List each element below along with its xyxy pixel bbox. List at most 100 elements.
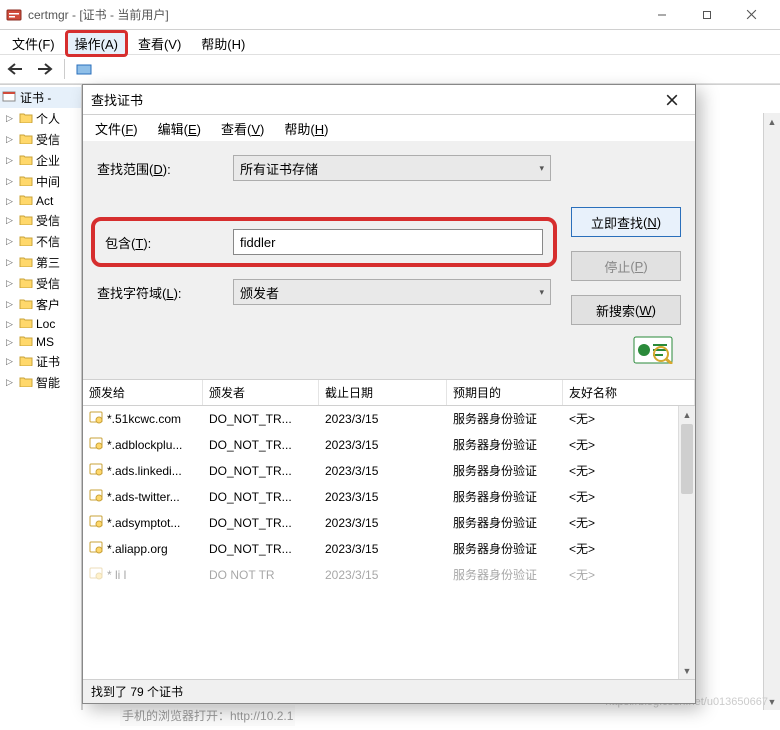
tree-item[interactable]: ▷ 证书 bbox=[0, 351, 81, 372]
results-row[interactable]: *.ads.linkedi...DO_NOT_TR...2023/3/15服务器… bbox=[83, 458, 695, 484]
results-row[interactable]: * li lDO NOT TR2023/3/15服务器身份验证<无> bbox=[83, 562, 695, 588]
nav-forward-button[interactable] bbox=[34, 59, 56, 79]
contains-row-highlight: 包含(T): bbox=[97, 223, 551, 261]
results-cell: <无> bbox=[563, 436, 695, 453]
mmc-menu-action[interactable]: 操作(A) bbox=[67, 32, 126, 55]
tree-item[interactable]: ▷ MS bbox=[0, 333, 81, 351]
mmc-menu-file[interactable]: 文件(F) bbox=[4, 32, 63, 55]
expand-caret-icon[interactable]: ▷ bbox=[6, 155, 16, 166]
close-button[interactable] bbox=[729, 1, 774, 29]
tree-item[interactable]: ▷中间 bbox=[0, 171, 81, 192]
expand-caret-icon[interactable]: ▷ bbox=[6, 337, 16, 348]
mmc-menu-help[interactable]: 帮助(H) bbox=[193, 32, 253, 55]
results-column-header[interactable]: 颁发者 bbox=[203, 380, 319, 405]
dialog-statusbar: 找到了 79 个证书 bbox=[83, 679, 695, 703]
results-vertical-scrollbar[interactable]: ▲ ▼ bbox=[678, 406, 695, 679]
expand-caret-icon[interactable]: ▷ bbox=[6, 196, 16, 207]
field-select[interactable]: 颁发者 ▾ bbox=[233, 279, 551, 305]
expand-caret-icon[interactable]: ▷ bbox=[6, 134, 16, 145]
tree-item-label: 智能 bbox=[36, 374, 60, 391]
find-certificates-dialog: 查找证书 文件(F)编辑(E)查看(V)帮助(H) 查找范围(D): 所有证书存… bbox=[82, 84, 696, 704]
results-cell: DO NOT TR bbox=[203, 568, 319, 582]
dialog-menu-item[interactable]: 文件(F) bbox=[87, 117, 146, 140]
tree-item[interactable]: ▷个人 bbox=[0, 108, 81, 129]
results-row[interactable]: *.adblockplu...DO_NOT_TR...2023/3/15服务器身… bbox=[83, 432, 695, 458]
chevron-down-icon: ▾ bbox=[539, 287, 544, 298]
tree-item[interactable]: ▷Act bbox=[0, 192, 81, 210]
contains-label: 包含(T): bbox=[105, 233, 233, 252]
new-search-button[interactable]: 新搜索(W) bbox=[571, 295, 681, 325]
results-cell: DO_NOT_TR... bbox=[203, 464, 319, 478]
expand-caret-icon[interactable]: ▷ bbox=[6, 257, 16, 268]
tree-item-label: 证书 bbox=[36, 353, 60, 370]
tree-item[interactable]: ▷企业 bbox=[0, 150, 81, 171]
results-column-header[interactable]: 截止日期 bbox=[319, 380, 447, 405]
results-row[interactable]: *.51kcwc.comDO_NOT_TR...2023/3/15服务器身份验证… bbox=[83, 406, 695, 432]
mmc-vertical-scrollbar[interactable]: ▲ ▼ bbox=[763, 113, 780, 710]
expand-caret-icon[interactable]: ▷ bbox=[6, 377, 16, 388]
tree-item[interactable]: ▷受信 bbox=[0, 210, 81, 231]
expand-caret-icon[interactable]: ▷ bbox=[6, 299, 16, 310]
tree-item[interactable]: ▷不信 bbox=[0, 231, 81, 252]
tree-root-label: 证书 - bbox=[20, 89, 51, 106]
results-table: 颁发给颁发者截止日期预期目的友好名称 *.51kcwc.comDO_NOT_TR… bbox=[83, 379, 695, 679]
tree-item[interactable]: ▷Loc bbox=[0, 315, 81, 333]
expand-caret-icon[interactable]: ▷ bbox=[6, 356, 16, 367]
results-cell: DO_NOT_TR... bbox=[203, 438, 319, 452]
dialog-menu-item[interactable]: 查看(V) bbox=[213, 117, 272, 140]
folder-icon bbox=[19, 133, 33, 147]
results-cell: 2023/3/15 bbox=[319, 516, 447, 530]
results-cell: *.ads-twitter... bbox=[83, 488, 203, 505]
dialog-menu-item[interactable]: 帮助(H) bbox=[276, 117, 336, 140]
scrollbar-thumb[interactable] bbox=[681, 424, 693, 494]
scope-label: 查找范围(D): bbox=[97, 159, 233, 178]
tree-item[interactable]: ▷ 智能 bbox=[0, 372, 81, 393]
tree-item[interactable]: ▷ 客户 bbox=[0, 294, 81, 315]
expand-caret-icon[interactable]: ▷ bbox=[6, 319, 16, 330]
tree-item[interactable]: ▷受信 bbox=[0, 129, 81, 150]
maximize-button[interactable] bbox=[684, 1, 729, 29]
background-hint-text: 手机的浏览器打开：http://10.2.1 bbox=[120, 705, 295, 726]
dialog-close-button[interactable] bbox=[657, 94, 687, 106]
contains-input[interactable] bbox=[233, 229, 543, 255]
results-cell: *.51kcwc.com bbox=[83, 410, 203, 427]
results-row[interactable]: *.adsymptot...DO_NOT_TR...2023/3/15服务器身份… bbox=[83, 510, 695, 536]
find-now-button[interactable]: 立即查找(N) bbox=[571, 207, 681, 237]
results-cell: *.aliapp.org bbox=[83, 540, 203, 557]
results-cell: 服务器身份验证 bbox=[447, 436, 563, 453]
results-row[interactable]: *.aliapp.orgDO_NOT_TR...2023/3/15服务器身份验证… bbox=[83, 536, 695, 562]
folder-icon bbox=[19, 277, 33, 291]
scroll-up-icon[interactable]: ▲ bbox=[679, 406, 695, 423]
minimize-button[interactable] bbox=[639, 1, 684, 29]
nav-back-button[interactable] bbox=[4, 59, 26, 79]
tree-panel: 证书 - ▷个人▷受信▷企业▷中间▷Act▷受信▷不信▷第三▷受信▷客户▷Loc… bbox=[0, 85, 82, 710]
mmc-title-app: certmgr bbox=[28, 8, 69, 22]
results-row[interactable]: *.ads-twitter...DO_NOT_TR...2023/3/15服务器… bbox=[83, 484, 695, 510]
dialog-menu-item[interactable]: 编辑(E) bbox=[150, 117, 209, 140]
scroll-down-icon[interactable]: ▼ bbox=[679, 662, 695, 679]
scroll-up-icon[interactable]: ▲ bbox=[764, 113, 780, 130]
tree-item[interactable]: ▷第三 bbox=[0, 252, 81, 273]
scope-select-value: 所有证书存储 bbox=[240, 159, 318, 178]
mmc-menu-view[interactable]: 查看(V) bbox=[130, 32, 189, 55]
stop-button[interactable]: 停止(P) bbox=[571, 251, 681, 281]
certmgr-app-icon bbox=[6, 7, 22, 23]
toolbar-item-icon[interactable] bbox=[73, 59, 95, 79]
results-cell: 2023/3/15 bbox=[319, 412, 447, 426]
scope-select[interactable]: 所有证书存储 ▾ bbox=[233, 155, 551, 181]
results-cell: <无> bbox=[563, 488, 695, 505]
results-column-header[interactable]: 预期目的 bbox=[447, 380, 563, 405]
tree-item-label: MS bbox=[36, 335, 54, 349]
tree-item[interactable]: ▷受信 bbox=[0, 273, 81, 294]
expand-caret-icon[interactable]: ▷ bbox=[6, 278, 16, 289]
tree-root[interactable]: 证书 - bbox=[0, 87, 81, 108]
results-column-header[interactable]: 颁发给 bbox=[83, 380, 203, 405]
tree-item-label: 客户 bbox=[36, 296, 60, 313]
results-cell: <无> bbox=[563, 462, 695, 479]
results-column-header[interactable]: 友好名称 bbox=[563, 380, 695, 405]
expand-caret-icon[interactable]: ▷ bbox=[6, 176, 16, 187]
expand-caret-icon[interactable]: ▷ bbox=[6, 236, 16, 247]
expand-caret-icon[interactable]: ▷ bbox=[6, 113, 16, 124]
expand-caret-icon[interactable]: ▷ bbox=[6, 215, 16, 226]
dialog-titlebar: 查找证书 bbox=[83, 85, 695, 115]
